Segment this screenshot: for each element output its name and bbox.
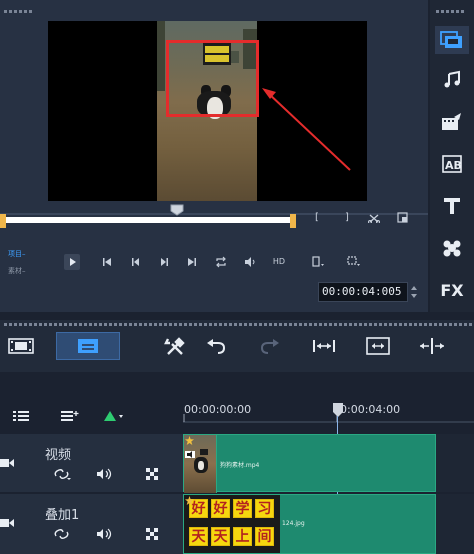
graphics-library-button[interactable]: [435, 234, 469, 262]
overlay-track-header: 叠加1: [0, 494, 183, 554]
track-visibility-icon[interactable]: [146, 468, 158, 480]
storyboard-view-button[interactable]: [6, 332, 36, 360]
fx-filter-button[interactable]: FX: [435, 276, 469, 304]
title-ab-icon: AB: [442, 155, 462, 173]
music-icon: [444, 70, 460, 88]
storyboard-icon: [8, 338, 34, 354]
overlay-clip-thumbnail: 好 好 学 习 天 天 上 间: [184, 495, 280, 553]
next-frame-icon[interactable]: [159, 257, 169, 267]
calligraphy-char: 习: [255, 499, 274, 518]
text-t-icon: [444, 198, 460, 214]
playhead-handle[interactable]: [170, 204, 184, 216]
project-mode-label[interactable]: 项目–: [8, 249, 26, 259]
timecode-stepper[interactable]: [410, 283, 418, 301]
display-mode-icon[interactable]: [347, 256, 361, 268]
calligraphy-char: 上: [233, 527, 252, 546]
redo-button[interactable]: [258, 332, 282, 360]
track-visibility-icon[interactable]: [146, 528, 158, 540]
frame-export-icon: [366, 337, 390, 355]
video-track-name: 视频: [45, 448, 72, 463]
track-volume-icon[interactable]: [96, 468, 114, 480]
overlay-clip[interactable]: 好 好 学 习 天 天 上 间 124.jpg: [183, 494, 436, 554]
tools-icon: [164, 337, 185, 355]
title-library-button[interactable]: AB: [435, 150, 469, 178]
track-volume-icon[interactable]: [96, 528, 114, 540]
add-track-icon[interactable]: [60, 410, 80, 422]
snapshot-icon[interactable]: [397, 212, 408, 223]
tools-button[interactable]: [162, 332, 188, 360]
aspect-ratio-icon[interactable]: [311, 256, 325, 268]
mark-out-button[interactable]: ]: [342, 212, 352, 223]
calligraphy-char: 间: [255, 527, 274, 546]
media-library-button[interactable]: [435, 26, 469, 54]
link-icon[interactable]: [53, 468, 71, 480]
timeline-view-button[interactable]: [56, 332, 120, 360]
overlay-track-name: 叠加1: [45, 508, 80, 523]
panel-grip[interactable]: [436, 10, 464, 14]
camera-icon: [0, 459, 14, 467]
fit-project-button[interactable]: [310, 332, 338, 360]
transition-library-button[interactable]: [435, 108, 469, 136]
media-icon: [440, 31, 462, 48]
video-clip-label: 狗狗素材.mp4: [220, 462, 260, 469]
calligraphy-char: 天: [189, 527, 208, 546]
clip-mode-label[interactable]: 素材–: [8, 266, 26, 276]
video-track-header: 视频: [0, 434, 183, 492]
redo-icon: [260, 339, 279, 354]
timeline-playhead-handle[interactable]: [332, 402, 344, 418]
scrubber-rail[interactable]: [0, 213, 428, 215]
trim-out-marker[interactable]: [290, 214, 296, 228]
clip-audio-badge-icon: [185, 451, 195, 458]
video-clip[interactable]: 狗狗素材.mp4: [183, 434, 436, 493]
transition-icon: [442, 113, 461, 130]
track-manager-icon[interactable]: [12, 410, 30, 422]
volume-icon[interactable]: [244, 256, 256, 268]
preview-panel: [ ] 项目– 素材– HD 00:00:04:005: [0, 0, 428, 312]
calligraphy-char: 好: [211, 499, 230, 518]
video-editor-window: [ ] 项目– 素材– HD 00:00:04:005 AB FX 00:00:…: [0, 0, 474, 554]
export-frame-button[interactable]: [365, 332, 391, 360]
repeat-icon[interactable]: [215, 256, 227, 268]
overlay-track-row[interactable]: 好 好 学 习 天 天 上 间 124.jpg: [183, 494, 474, 554]
calligraphy-char: 学: [233, 499, 252, 518]
undo-icon: [207, 339, 226, 354]
scrubber-range[interactable]: [0, 217, 296, 223]
go-to-end-icon[interactable]: [187, 257, 197, 267]
chapter-marker-icon[interactable]: [102, 410, 124, 422]
hd-toggle[interactable]: HD: [270, 257, 288, 266]
camera-icon: [0, 519, 14, 527]
clip-star-icon: [185, 436, 194, 445]
graphics-icon: [443, 240, 461, 257]
split-view-button[interactable]: [418, 332, 446, 360]
go-to-start-icon[interactable]: [102, 257, 112, 267]
text-tool-button[interactable]: [435, 192, 469, 220]
timeline-header-controls: [0, 400, 183, 432]
clip-star-icon: [185, 496, 194, 505]
fit-to-window-icon: [313, 340, 335, 352]
library-tool-column: AB FX: [430, 0, 474, 312]
trim-in-marker[interactable]: [0, 214, 6, 228]
svg-text:AB: AB: [445, 159, 462, 172]
split-clip-icon[interactable]: [368, 213, 380, 223]
audio-library-button[interactable]: [435, 66, 469, 94]
undo-button[interactable]: [204, 332, 228, 360]
timeline-view-icon: [78, 339, 98, 353]
ruler-start-time: 00:00:00:00: [184, 403, 252, 416]
play-button[interactable]: [64, 254, 80, 270]
link-icon[interactable]: [53, 528, 71, 540]
split-arrows-icon: [420, 338, 444, 354]
timeline-toolbar: [0, 320, 474, 372]
timecode-display[interactable]: 00:00:04:005: [318, 282, 408, 302]
overlay-clip-label: 124.jpg: [282, 520, 305, 527]
previous-frame-icon[interactable]: [131, 257, 141, 267]
mark-in-button[interactable]: [: [312, 212, 322, 223]
panel-grip[interactable]: [4, 323, 474, 327]
calligraphy-char: 天: [211, 527, 230, 546]
video-track-row[interactable]: 狗狗素材.mp4: [183, 434, 474, 493]
